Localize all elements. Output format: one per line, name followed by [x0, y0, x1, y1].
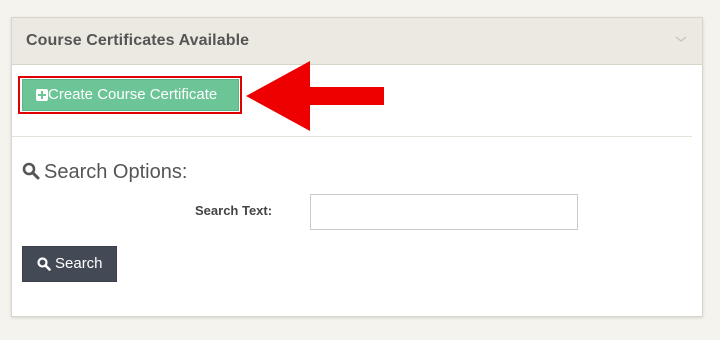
- panel-title: Course Certificates Available: [26, 32, 250, 49]
- divider: [12, 136, 692, 137]
- chevron-down-icon[interactable]: [674, 32, 688, 46]
- search-options-label: Search Options:: [44, 161, 188, 183]
- create-button-label: Create Course Certificate: [48, 86, 218, 103]
- plus-square-icon: [36, 89, 48, 101]
- panel-header: Course Certificates Available: [12, 18, 702, 65]
- search-icon: [22, 162, 40, 180]
- search-button[interactable]: Search: [22, 246, 117, 282]
- create-course-certificate-button[interactable]: Create Course Certificate: [22, 79, 239, 111]
- search-button-label: Search: [55, 255, 103, 272]
- certificates-panel: Course Certificates Available Create Cou…: [11, 17, 703, 317]
- search-text-input[interactable]: [310, 194, 578, 230]
- search-icon: [37, 257, 51, 271]
- search-options-heading: Search Options:: [22, 161, 187, 184]
- search-text-label: Search Text:: [195, 203, 273, 218]
- left-arrow-icon: [246, 61, 384, 131]
